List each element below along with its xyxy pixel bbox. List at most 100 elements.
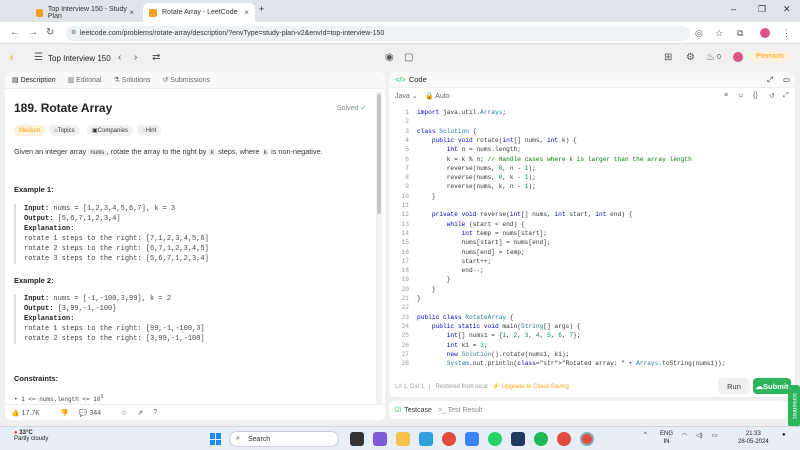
maximize-icon[interactable]: ❐ xyxy=(758,4,766,15)
wifi-icon[interactable]: ◠ xyxy=(682,432,687,439)
screen-recorder-tag[interactable]: screenrec xyxy=(788,385,800,427)
code-text: nums[end] = temp; xyxy=(417,248,525,256)
settings-gear-icon[interactable]: ⚙ xyxy=(686,52,695,63)
minimize-icon[interactable]: – xyxy=(731,4,736,14)
chrome-icon[interactable] xyxy=(442,432,456,446)
editor-status: Ln 1, Col 1 | Restored from local ⚡ Upgr… xyxy=(395,384,569,390)
forward-icon[interactable]: → xyxy=(28,27,38,38)
tab-close-icon[interactable]: × xyxy=(244,8,249,17)
url-field[interactable]: ⚙ leetcode.com/problems/rotate-array/des… xyxy=(66,26,690,41)
code-text: reverse(nums, 0, n - 1); xyxy=(417,164,536,172)
eye-off-icon[interactable]: ◎ xyxy=(695,28,703,39)
bookmark-star-icon[interactable]: ☆ xyxy=(715,28,723,39)
browser-tab-rotate-array[interactable]: Rotate Array - LeetCode × xyxy=(143,3,255,22)
study-plan-title[interactable]: Top Interview 150 xyxy=(48,54,111,63)
study-plan-list-icon[interactable]: ☰ xyxy=(34,52,43,63)
code-editor[interactable]: 1 import java.util.Arrays; 2 3 class Solutio… xyxy=(389,108,795,370)
tab-title: Top Interview 150 - Study Plan xyxy=(47,5,127,20)
reload-icon[interactable]: ↻ xyxy=(46,27,54,38)
address-bar-row: ← → ↻ ⚙ leetcode.com/problems/rotate-arr… xyxy=(0,22,800,44)
format-icon[interactable]: ≡ xyxy=(724,92,728,99)
tab-editorial[interactable]: ▥ Editorial xyxy=(68,76,102,84)
premium-button[interactable]: Premium xyxy=(750,51,791,62)
chat-icon[interactable] xyxy=(373,432,387,446)
tray-chevron-icon[interactable]: ^ xyxy=(644,432,647,438)
notification-icon[interactable]: ● xyxy=(782,432,786,438)
hint-chip[interactable]: ◌ Hint xyxy=(137,125,162,136)
new-tab-button[interactable]: + xyxy=(259,4,264,14)
shuffle-icon[interactable]: ⇄ xyxy=(152,52,160,63)
tab-testcase[interactable]: Testcase xyxy=(404,407,432,414)
spotify-icon[interactable] xyxy=(534,432,548,446)
description-scroll-thumb[interactable] xyxy=(377,94,381,214)
language-indicator[interactable]: ENG IN xyxy=(660,430,673,446)
dislike-icon[interactable]: 👎 xyxy=(60,409,69,417)
language-select[interactable]: Java ⌄ xyxy=(395,92,418,100)
description-panel: ▤ Description ▥ Editorial ⚗ Solutions ↺ … xyxy=(5,72,385,420)
site-info-icon[interactable]: ⚙ xyxy=(71,29,76,36)
constraints-heading: Constraints: xyxy=(14,374,59,383)
battery-icon[interactable]: ▭ xyxy=(712,432,718,439)
chrome-active-icon[interactable] xyxy=(580,432,594,446)
code-text: start++; xyxy=(417,257,492,265)
run-button[interactable]: Run xyxy=(718,378,750,394)
collapse-icon[interactable]: ▭ xyxy=(783,75,790,84)
upgrade-link[interactable]: ⚡ Upgrade to Cloud Saving xyxy=(493,384,569,390)
file-explorer-icon[interactable] xyxy=(396,432,410,446)
edge-icon[interactable] xyxy=(419,432,433,446)
tab-description[interactable]: ▤ Description xyxy=(12,76,56,84)
braces-icon[interactable]: {} xyxy=(753,92,758,99)
auto-toggle[interactable]: 🔒 Auto xyxy=(425,92,450,100)
line-number: 6 xyxy=(405,155,409,163)
streak-fire-icon[interactable]: ♨ xyxy=(706,52,715,63)
browser-tab-study-plan[interactable]: Top Interview 150 - Study Plan × xyxy=(30,3,140,22)
tab-test-result[interactable]: >_ Test Result xyxy=(438,407,482,414)
close-window-icon[interactable]: ✕ xyxy=(783,4,791,15)
submit-button[interactable]: ☁ Submit xyxy=(753,378,791,394)
code-brackets-icon: </> xyxy=(395,75,406,84)
prev-problem-icon[interactable]: ‹ xyxy=(118,52,121,63)
line-number: 7 xyxy=(405,164,409,172)
reset-icon[interactable]: ↺ xyxy=(769,92,775,100)
expand-icon[interactable]: ⤢ xyxy=(767,75,773,85)
fullscreen-icon[interactable]: ⤢ xyxy=(783,92,789,100)
taskbar-search[interactable]: ⌕ Search xyxy=(229,431,339,447)
windows-start-icon[interactable] xyxy=(210,433,222,445)
comments-button[interactable]: 💬 344 xyxy=(79,409,111,417)
example-1-heading: Example 1: xyxy=(14,185,54,194)
task-view-icon[interactable] xyxy=(350,432,364,446)
whatsapp-icon[interactable] xyxy=(488,432,502,446)
tab-solutions[interactable]: ⚗ Solutions xyxy=(113,76,150,84)
leetcode-logo-icon[interactable]: ‹ xyxy=(10,52,13,63)
user-avatar[interactable] xyxy=(733,52,743,62)
line-number: 1 xyxy=(405,109,409,116)
next-problem-icon[interactable]: › xyxy=(134,52,137,63)
layout-icon[interactable]: ⊞ xyxy=(664,52,672,63)
back-icon[interactable]: ← xyxy=(10,27,20,38)
help-icon[interactable]: ? xyxy=(153,409,157,416)
code-text: private void reverse(int[] nums, int sta… xyxy=(431,211,633,219)
notes-icon[interactable]: ▢ xyxy=(404,52,413,63)
leetcode-favicon xyxy=(149,8,157,17)
clock[interactable]: 21:33 28-05-2024 xyxy=(738,430,769,446)
share-icon[interactable]: ⇗ xyxy=(137,409,143,417)
topics-chip[interactable]: ⌂ Topics xyxy=(49,125,80,136)
code-text: public void rotate(int[] nums, int k) { xyxy=(431,136,577,144)
weather-widget[interactable]: ● 33°C Partly cloudy xyxy=(14,430,48,442)
profile-avatar[interactable] xyxy=(760,28,770,38)
code-text: } xyxy=(417,276,451,284)
vscode-icon[interactable] xyxy=(465,432,479,446)
line-number: 11 xyxy=(401,202,409,209)
tab-submissions[interactable]: ↺ Submissions xyxy=(162,76,210,84)
debug-icon[interactable]: ◉ xyxy=(385,52,394,63)
tab-close-icon[interactable]: × xyxy=(129,8,134,17)
chrome-profile-icon[interactable] xyxy=(557,432,571,446)
menu-icon[interactable]: ⋮ xyxy=(782,28,791,39)
favorite-star-icon[interactable]: ☆ xyxy=(121,409,127,417)
companies-chip[interactable]: ▣ Companies xyxy=(87,125,134,136)
bookmark-icon[interactable]: ⌑ xyxy=(739,92,743,100)
like-button[interactable]: 👍 17.7K xyxy=(11,409,50,417)
volume-icon[interactable]: ◁) xyxy=(696,432,703,439)
extensions-icon[interactable]: ⧉ xyxy=(737,28,743,39)
terminal-icon[interactable] xyxy=(511,432,525,446)
